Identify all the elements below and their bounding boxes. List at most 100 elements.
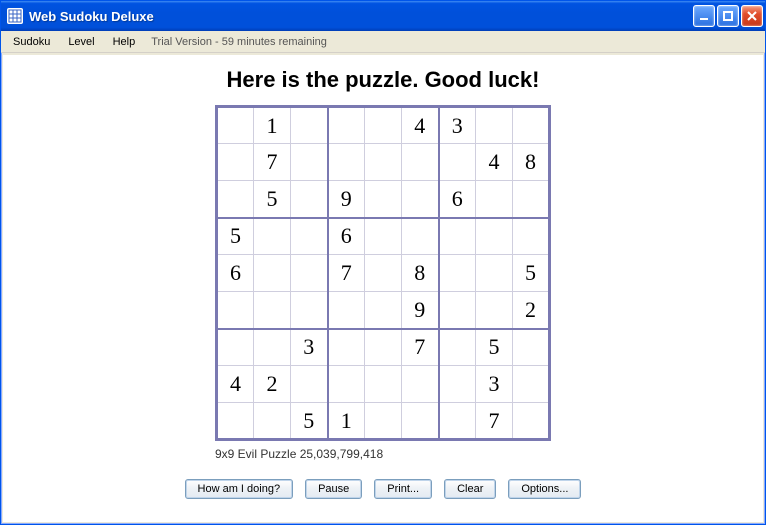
client-area: Here is the puzzle. Good luck! 143748596…	[3, 55, 763, 522]
menu-level[interactable]: Level	[60, 34, 102, 50]
sudoku-cell[interactable]: 5	[513, 255, 550, 292]
how-am-i-doing-button[interactable]: How am I doing?	[185, 479, 294, 499]
sudoku-cell[interactable]	[365, 255, 402, 292]
window-controls	[693, 5, 763, 27]
sudoku-cell[interactable]	[513, 107, 550, 144]
sudoku-cell[interactable]	[439, 144, 476, 181]
sudoku-cell[interactable]	[476, 292, 513, 329]
sudoku-cell[interactable]: 3	[291, 329, 328, 366]
sudoku-cell[interactable]: 7	[402, 329, 439, 366]
sudoku-cell[interactable]: 8	[513, 144, 550, 181]
sudoku-cell[interactable]	[365, 403, 402, 440]
sudoku-cell[interactable]	[291, 144, 328, 181]
sudoku-cell[interactable]: 5	[217, 218, 254, 255]
sudoku-cell[interactable]	[217, 403, 254, 440]
sudoku-cell[interactable]: 4	[402, 107, 439, 144]
board-wrap: 14374859656678592375423517 9x9 Evil Puzz…	[215, 105, 551, 461]
sudoku-cell[interactable]	[439, 255, 476, 292]
sudoku-cell[interactable]	[365, 292, 402, 329]
sudoku-cell[interactable]	[217, 329, 254, 366]
sudoku-cell[interactable]: 2	[513, 292, 550, 329]
sudoku-cell[interactable]	[291, 218, 328, 255]
sudoku-cell[interactable]	[439, 218, 476, 255]
sudoku-cell[interactable]: 3	[439, 107, 476, 144]
sudoku-cell[interactable]	[513, 218, 550, 255]
sudoku-cell[interactable]	[402, 403, 439, 440]
sudoku-cell[interactable]	[476, 107, 513, 144]
sudoku-cell[interactable]: 1	[328, 403, 365, 440]
pause-button[interactable]: Pause	[305, 479, 362, 499]
sudoku-cell[interactable]: 4	[217, 366, 254, 403]
sudoku-cell[interactable]	[513, 366, 550, 403]
app-icon	[7, 8, 23, 24]
sudoku-cell[interactable]: 3	[476, 366, 513, 403]
print-button[interactable]: Print...	[374, 479, 432, 499]
sudoku-cell[interactable]: 9	[402, 292, 439, 329]
sudoku-cell[interactable]	[254, 292, 291, 329]
sudoku-cell[interactable]	[513, 403, 550, 440]
sudoku-cell[interactable]	[365, 218, 402, 255]
sudoku-cell[interactable]	[328, 144, 365, 181]
sudoku-cell[interactable]	[402, 144, 439, 181]
sudoku-cell[interactable]	[476, 218, 513, 255]
sudoku-cell[interactable]	[291, 292, 328, 329]
sudoku-cell[interactable]: 4	[476, 144, 513, 181]
sudoku-cell[interactable]	[365, 144, 402, 181]
sudoku-cell[interactable]	[254, 218, 291, 255]
sudoku-cell[interactable]	[439, 329, 476, 366]
sudoku-cell[interactable]: 5	[254, 181, 291, 218]
sudoku-cell[interactable]	[254, 403, 291, 440]
sudoku-cell[interactable]	[402, 218, 439, 255]
sudoku-cell[interactable]	[365, 107, 402, 144]
sudoku-cell[interactable]	[402, 181, 439, 218]
sudoku-cell[interactable]: 8	[402, 255, 439, 292]
sudoku-cell[interactable]	[217, 107, 254, 144]
clear-button[interactable]: Clear	[444, 479, 496, 499]
sudoku-cell[interactable]	[476, 181, 513, 218]
sudoku-cell[interactable]	[513, 181, 550, 218]
sudoku-cell[interactable]	[365, 366, 402, 403]
sudoku-cell[interactable]	[217, 144, 254, 181]
sudoku-cell[interactable]: 5	[291, 403, 328, 440]
sudoku-cell[interactable]: 5	[476, 329, 513, 366]
sudoku-cell[interactable]: 6	[328, 218, 365, 255]
sudoku-cell[interactable]	[291, 255, 328, 292]
menubar: Sudoku Level Help Trial Version - 59 min…	[1, 31, 765, 53]
sudoku-cell[interactable]	[217, 292, 254, 329]
sudoku-cell[interactable]	[254, 255, 291, 292]
sudoku-cell[interactable]: 1	[254, 107, 291, 144]
sudoku-cell[interactable]	[254, 329, 291, 366]
sudoku-cell[interactable]: 9	[328, 181, 365, 218]
sudoku-cell[interactable]	[365, 181, 402, 218]
sudoku-cell[interactable]	[328, 329, 365, 366]
sudoku-cell[interactable]	[291, 181, 328, 218]
minimize-button[interactable]	[693, 5, 715, 27]
sudoku-cell[interactable]: 2	[254, 366, 291, 403]
sudoku-grid: 14374859656678592375423517	[215, 105, 551, 441]
sudoku-cell[interactable]	[328, 366, 365, 403]
menu-help[interactable]: Help	[105, 34, 144, 50]
sudoku-cell[interactable]: 7	[254, 144, 291, 181]
sudoku-cell[interactable]	[365, 329, 402, 366]
menu-sudoku[interactable]: Sudoku	[5, 34, 58, 50]
options-button[interactable]: Options...	[508, 479, 581, 499]
button-bar: How am I doing? Pause Print... Clear Opt…	[185, 479, 582, 499]
sudoku-cell[interactable]	[291, 366, 328, 403]
puzzle-info: 9x9 Evil Puzzle 25,039,799,418	[215, 447, 383, 461]
sudoku-cell[interactable]	[291, 107, 328, 144]
sudoku-cell[interactable]	[328, 292, 365, 329]
sudoku-cell[interactable]	[402, 366, 439, 403]
sudoku-cell[interactable]	[328, 107, 365, 144]
close-button[interactable]	[741, 5, 763, 27]
sudoku-cell[interactable]: 6	[217, 255, 254, 292]
maximize-button[interactable]	[717, 5, 739, 27]
sudoku-cell[interactable]	[476, 255, 513, 292]
sudoku-cell[interactable]: 6	[439, 181, 476, 218]
sudoku-cell[interactable]	[513, 329, 550, 366]
sudoku-cell[interactable]: 7	[328, 255, 365, 292]
sudoku-cell[interactable]	[439, 366, 476, 403]
sudoku-cell[interactable]: 7	[476, 403, 513, 440]
sudoku-cell[interactable]	[439, 292, 476, 329]
sudoku-cell[interactable]	[439, 403, 476, 440]
sudoku-cell[interactable]	[217, 181, 254, 218]
